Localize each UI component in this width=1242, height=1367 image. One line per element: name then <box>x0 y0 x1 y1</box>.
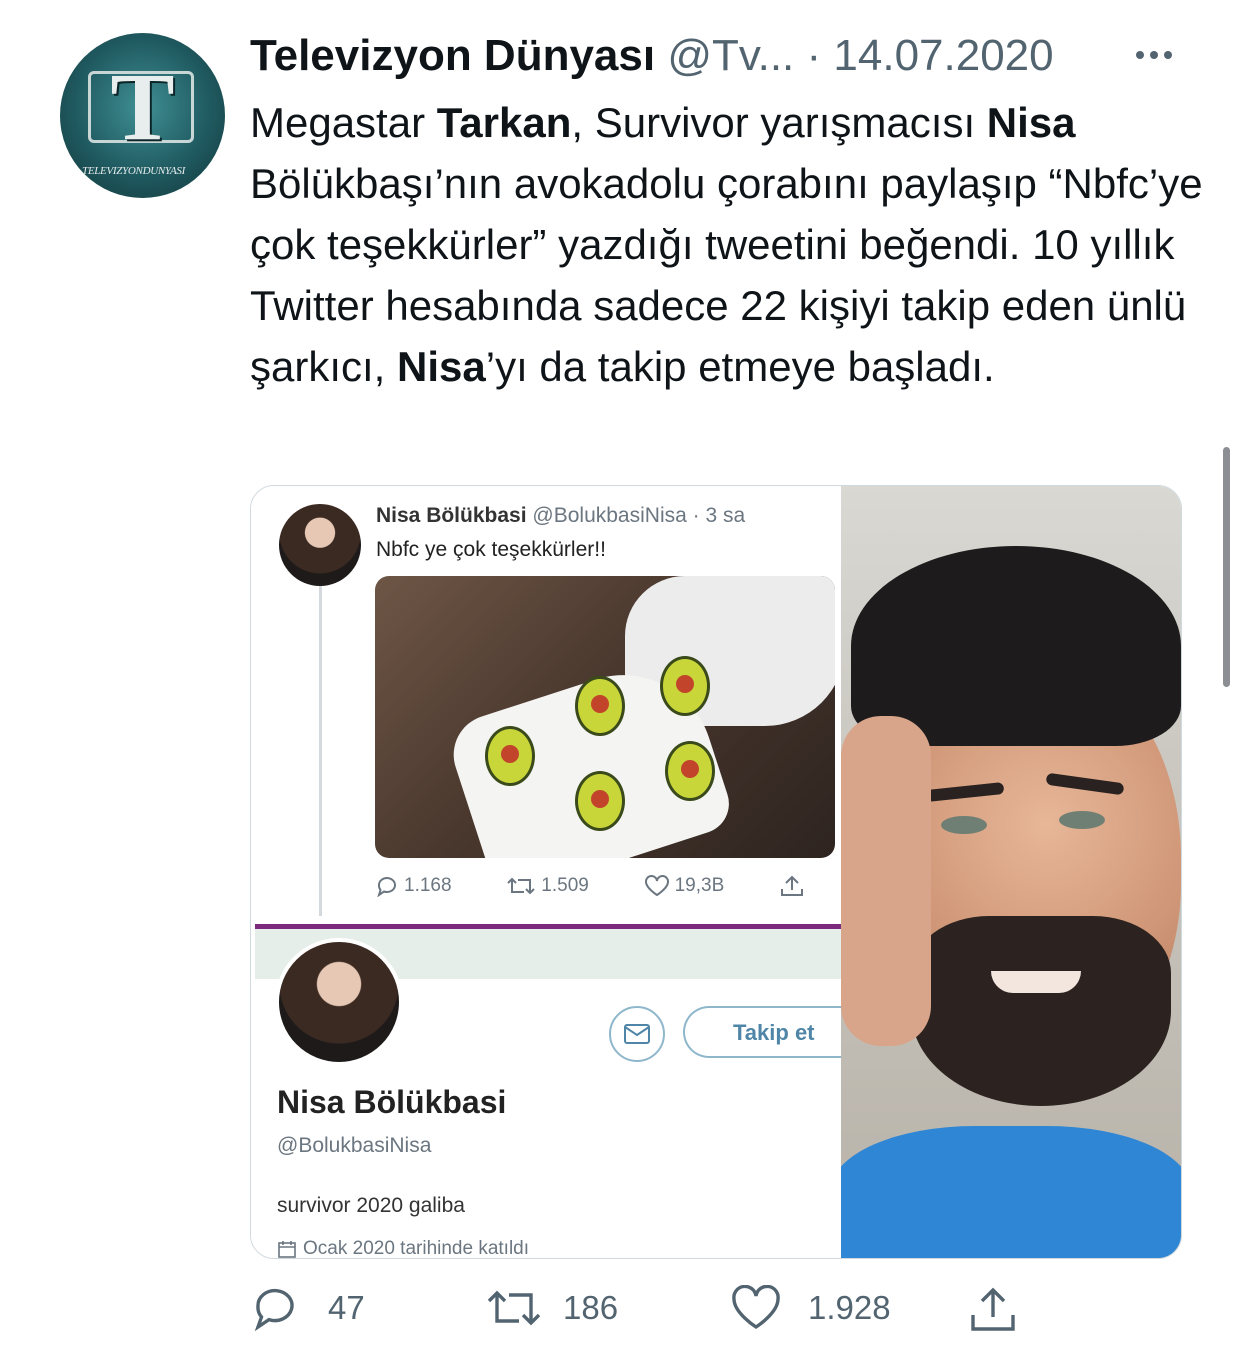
tweet-media[interactable]: Nisa Bölükbasi @BolukbasiNisa · 3 sa Nbf… <box>250 485 1182 1259</box>
share-icon <box>781 875 803 896</box>
avocado-print <box>665 741 715 801</box>
embedded-reply: 1.168 <box>375 874 452 898</box>
profile-joined-text: Ocak 2020 tarihinde katıldı <box>303 1238 530 1259</box>
screenshot-panel: Nisa Bölükbasi @BolukbasiNisa · 3 sa Nbf… <box>251 486 853 1259</box>
author-avatar[interactable]: T TELEVIZYONDUNYASI <box>60 33 225 198</box>
text-bold-nisa: Nisa <box>397 343 486 390</box>
profile-handle: @BolukbasiNisa <box>277 1134 432 1157</box>
reply-icon <box>254 1288 294 1331</box>
calendar-icon <box>278 1241 296 1258</box>
embedded-retweet-count: 1.509 <box>541 875 589 896</box>
thread-line <box>319 586 322 916</box>
shirt-shape <box>841 1126 1181 1258</box>
embedded-retweet: 1.509 <box>506 874 589 898</box>
like-icon <box>644 875 669 897</box>
profile-bio: survivor 2020 galiba <box>277 1194 465 1217</box>
logo-letter: T <box>110 53 175 160</box>
embedded-handle: @BolukbasiNisa <box>532 504 687 527</box>
reply-icon <box>377 877 396 897</box>
follow-button: Takip et <box>683 1006 853 1058</box>
embedded-author-name: Nisa Bölükbasi <box>376 504 527 527</box>
tweet-text: Megastar Tarkan, Survivor yarışmacısı Ni… <box>250 92 1210 397</box>
author-handle[interactable]: @Tv... <box>667 31 794 80</box>
retweet-count: 186 <box>563 1289 619 1326</box>
retweet-button[interactable]: 186 <box>485 1285 618 1331</box>
embedded-tweet-text: Nbfc ye çok teşekkürler!! <box>376 538 606 561</box>
text-bold-tarkan: Tarkan <box>436 99 572 146</box>
profile-name: Nisa Bölükbasi <box>277 1084 507 1120</box>
like-button[interactable]: 1.928 <box>730 1285 891 1331</box>
portrait-photo <box>841 486 1181 1258</box>
scrollbar[interactable] <box>1223 447 1230 687</box>
more-icon[interactable] <box>1136 45 1180 65</box>
embedded-avatar <box>279 504 361 586</box>
embedded-share <box>779 874 805 898</box>
hand-shape <box>841 716 931 1046</box>
date-separator: · <box>806 31 822 80</box>
embedded-like: 19,3B <box>644 874 725 898</box>
like-count: 1.928 <box>808 1289 891 1326</box>
eye-shape <box>941 816 987 834</box>
tweet-date[interactable]: 14.07.2020 <box>833 31 1053 80</box>
retweet-icon <box>507 877 536 895</box>
text-segment: , Survivor yarışmacısı <box>571 99 987 146</box>
message-icon <box>624 1024 650 1044</box>
tweet-header: Televizyon Dünyası @Tv... · 14.07.2020 <box>250 30 1054 82</box>
embedded-actions: 1.168 1.509 19,3B <box>375 874 805 898</box>
profile-avatar <box>275 938 403 1066</box>
beard-shape <box>911 916 1171 1106</box>
reply-button[interactable]: 47 <box>250 1285 365 1331</box>
avocado-print <box>575 771 625 831</box>
eye-shape <box>1059 811 1105 829</box>
embedded-time: · 3 sa <box>692 504 746 527</box>
text-segment: ’yı da takip etmeye başladı. <box>485 343 995 390</box>
avocado-print <box>485 726 535 786</box>
author-name[interactable]: Televizyon Dünyası <box>250 31 655 80</box>
tweet-actions: 47 186 1.928 <box>250 1285 1050 1335</box>
avatar-brand-text: TELEVIZYONDUNYASI <box>82 165 185 177</box>
retweet-icon <box>487 1290 541 1326</box>
message-button <box>609 1006 665 1062</box>
text-bold-nisa: Nisa <box>986 99 1076 146</box>
reply-count: 47 <box>328 1289 365 1326</box>
avocado-print <box>660 656 710 716</box>
embedded-reply-count: 1.168 <box>404 875 452 896</box>
profile-joined: Ocak 2020 tarihinde katıldı <box>277 1238 530 1259</box>
text-segment: Megastar <box>250 99 437 146</box>
sock-photo <box>375 576 835 858</box>
embedded-like-count: 19,3B <box>674 875 725 896</box>
share-button[interactable] <box>968 1285 1018 1333</box>
share-icon <box>971 1287 1015 1331</box>
hair-shape <box>851 546 1181 746</box>
avocado-print <box>575 676 625 736</box>
like-icon <box>732 1285 780 1330</box>
mouth-shape <box>991 971 1081 993</box>
embedded-tweet-header: Nisa Bölükbasi @BolukbasiNisa · 3 sa <box>376 504 745 528</box>
